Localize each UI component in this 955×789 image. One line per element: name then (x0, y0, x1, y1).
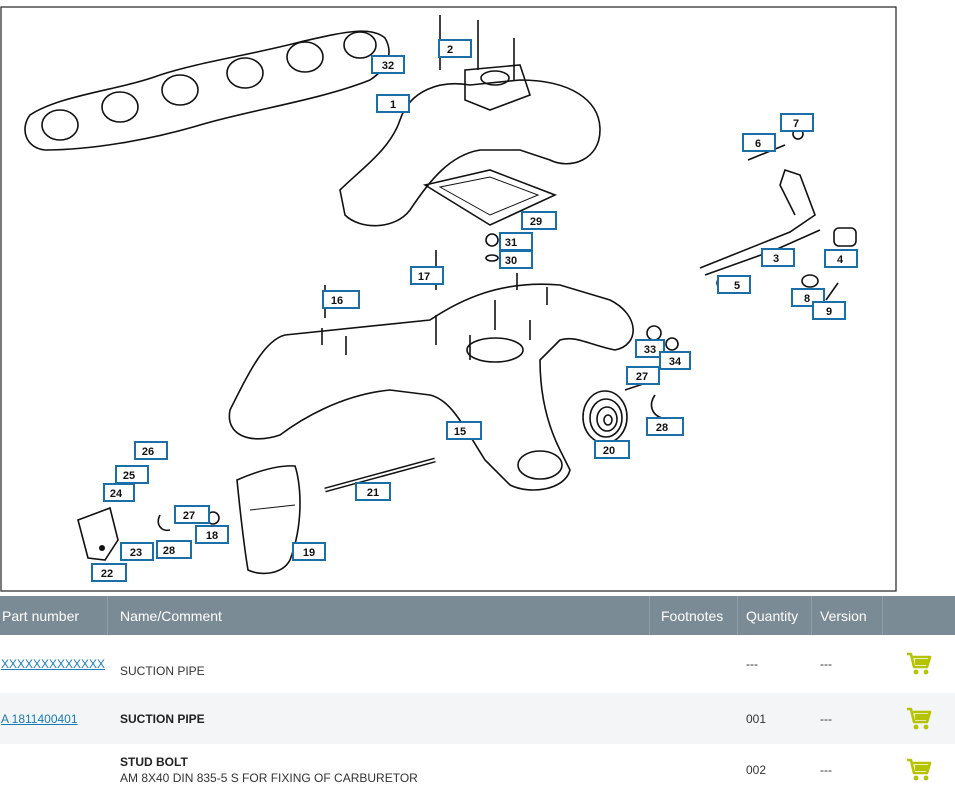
svg-text:4: 4 (837, 254, 844, 266)
quantity-cell: --- (746, 657, 758, 671)
svg-text:19: 19 (303, 547, 315, 559)
svg-text:26: 26 (142, 446, 154, 458)
footnotes-cell (650, 635, 738, 693)
svg-text:25: 25 (123, 470, 135, 482)
table-header: Part number Name/Comment Footnotes Quant… (0, 596, 955, 635)
table-row: XXXXXXXXXXXXX SUCTION PIPE --- --- (0, 635, 955, 693)
header-quantity[interactable]: Quantity (738, 596, 812, 635)
callout-28[interactable]: 28 (646, 417, 684, 436)
svg-text:2: 2 (447, 44, 453, 56)
quantity-cell: 002 (746, 762, 767, 777)
callout-25[interactable]: 25 (115, 465, 149, 484)
callout-16[interactable]: 16 (322, 290, 360, 309)
callout-21[interactable]: 21 (355, 482, 391, 501)
shopping-cart-icon (907, 707, 932, 729)
svg-text:23: 23 (130, 547, 142, 559)
shopping-cart-icon (907, 652, 932, 675)
svg-text:32: 32 (382, 60, 394, 72)
svg-text:20: 20 (603, 445, 615, 457)
add-to-cart-button[interactable] (883, 635, 955, 693)
parts-diagram: 1 2 32 3 4 5 6 7 8 9 16 17 29 31 30 33 3… (0, 6, 897, 592)
callout-32[interactable]: 32 (371, 55, 405, 74)
callout-6[interactable]: 6 (742, 133, 776, 152)
svg-text:8: 8 (804, 293, 810, 305)
callout-34[interactable]: 34 (659, 351, 691, 370)
svg-text:34: 34 (669, 356, 682, 368)
diagram-frame (0, 6, 897, 592)
part-name: SUCTION PIPE (120, 664, 205, 678)
table-row: STUD BOLT AM 8X40 DIN 835-5 S FOR FIXING… (0, 744, 955, 789)
svg-text:17: 17 (418, 271, 430, 283)
table-row: A 1811400401 SUCTION PIPE 001 --- (0, 693, 955, 744)
callout-27-left[interactable]: 27 (174, 505, 210, 524)
callout-17[interactable]: 17 (410, 266, 444, 285)
callout-22[interactable]: 22 (91, 563, 127, 582)
callout-15[interactable]: 15 (446, 421, 482, 440)
svg-text:28: 28 (656, 422, 668, 434)
part-comment: AM 8X40 DIN 835-5 S FOR FIXING OF CARBUR… (120, 770, 418, 785)
add-to-cart-button[interactable] (883, 744, 955, 789)
callout-4[interactable]: 4 (824, 249, 858, 268)
svg-text:15: 15 (454, 426, 466, 438)
callout-29[interactable]: 29 (521, 211, 557, 230)
version-cell: --- (820, 711, 832, 726)
svg-text:1: 1 (390, 99, 396, 111)
svg-text:21: 21 (367, 487, 379, 499)
callout-5[interactable]: 5 (717, 275, 751, 294)
callout-23[interactable]: 23 (120, 542, 154, 561)
header-version[interactable]: Version (812, 596, 883, 635)
svg-text:16: 16 (331, 295, 343, 307)
header-part-number[interactable]: Part number (0, 596, 108, 635)
svg-text:18: 18 (206, 530, 218, 542)
footnotes-cell (650, 744, 738, 789)
callout-24[interactable]: 24 (103, 483, 135, 502)
callout-3[interactable]: 3 (761, 248, 795, 267)
callout-18[interactable]: 18 (195, 525, 229, 544)
svg-text:22: 22 (101, 568, 113, 580)
callout-30[interactable]: 30 (499, 250, 533, 269)
callout-7[interactable]: 7 (780, 113, 814, 132)
svg-text:5: 5 (734, 280, 740, 292)
header-name-comment[interactable]: Name/Comment (108, 596, 650, 635)
svg-text:7: 7 (793, 118, 799, 130)
svg-text:28: 28 (163, 545, 175, 557)
svg-text:6: 6 (755, 138, 761, 150)
callout-9[interactable]: 9 (812, 301, 846, 320)
version-cell: --- (820, 762, 832, 777)
header-cart (883, 596, 955, 635)
shopping-cart-icon (907, 758, 932, 780)
callout-2[interactable]: 2 (438, 39, 472, 58)
quantity-cell: 001 (746, 711, 767, 726)
part-number-link[interactable]: XXXXXXXXXXXXX (1, 657, 108, 671)
callout-20[interactable]: 20 (594, 440, 630, 459)
parts-table: Part number Name/Comment Footnotes Quant… (0, 596, 955, 789)
svg-text:33: 33 (644, 344, 656, 356)
callout-27[interactable]: 27 (626, 366, 660, 385)
part-name: SUCTION PIPE (120, 711, 205, 726)
callout-26[interactable]: 26 (134, 441, 168, 460)
svg-text:31: 31 (505, 237, 517, 249)
callout-1[interactable]: 1 (376, 94, 410, 113)
part-number-link[interactable]: A 1811400401 (1, 712, 108, 726)
header-footnotes[interactable]: Footnotes (650, 596, 738, 635)
svg-text:27: 27 (636, 371, 648, 383)
svg-text:27: 27 (183, 510, 195, 522)
footnotes-cell (650, 693, 738, 744)
svg-text:3: 3 (773, 253, 779, 265)
callout-19[interactable]: 19 (292, 542, 326, 561)
svg-text:29: 29 (530, 216, 542, 228)
callout-31[interactable]: 31 (499, 232, 533, 251)
svg-text:9: 9 (826, 306, 832, 318)
callout-28-left[interactable]: 28 (156, 540, 192, 559)
version-cell: --- (820, 657, 832, 671)
svg-text:24: 24 (110, 488, 123, 500)
part-name: STUD BOLT (120, 754, 188, 769)
svg-text:30: 30 (505, 255, 517, 267)
add-to-cart-button[interactable] (883, 693, 955, 744)
